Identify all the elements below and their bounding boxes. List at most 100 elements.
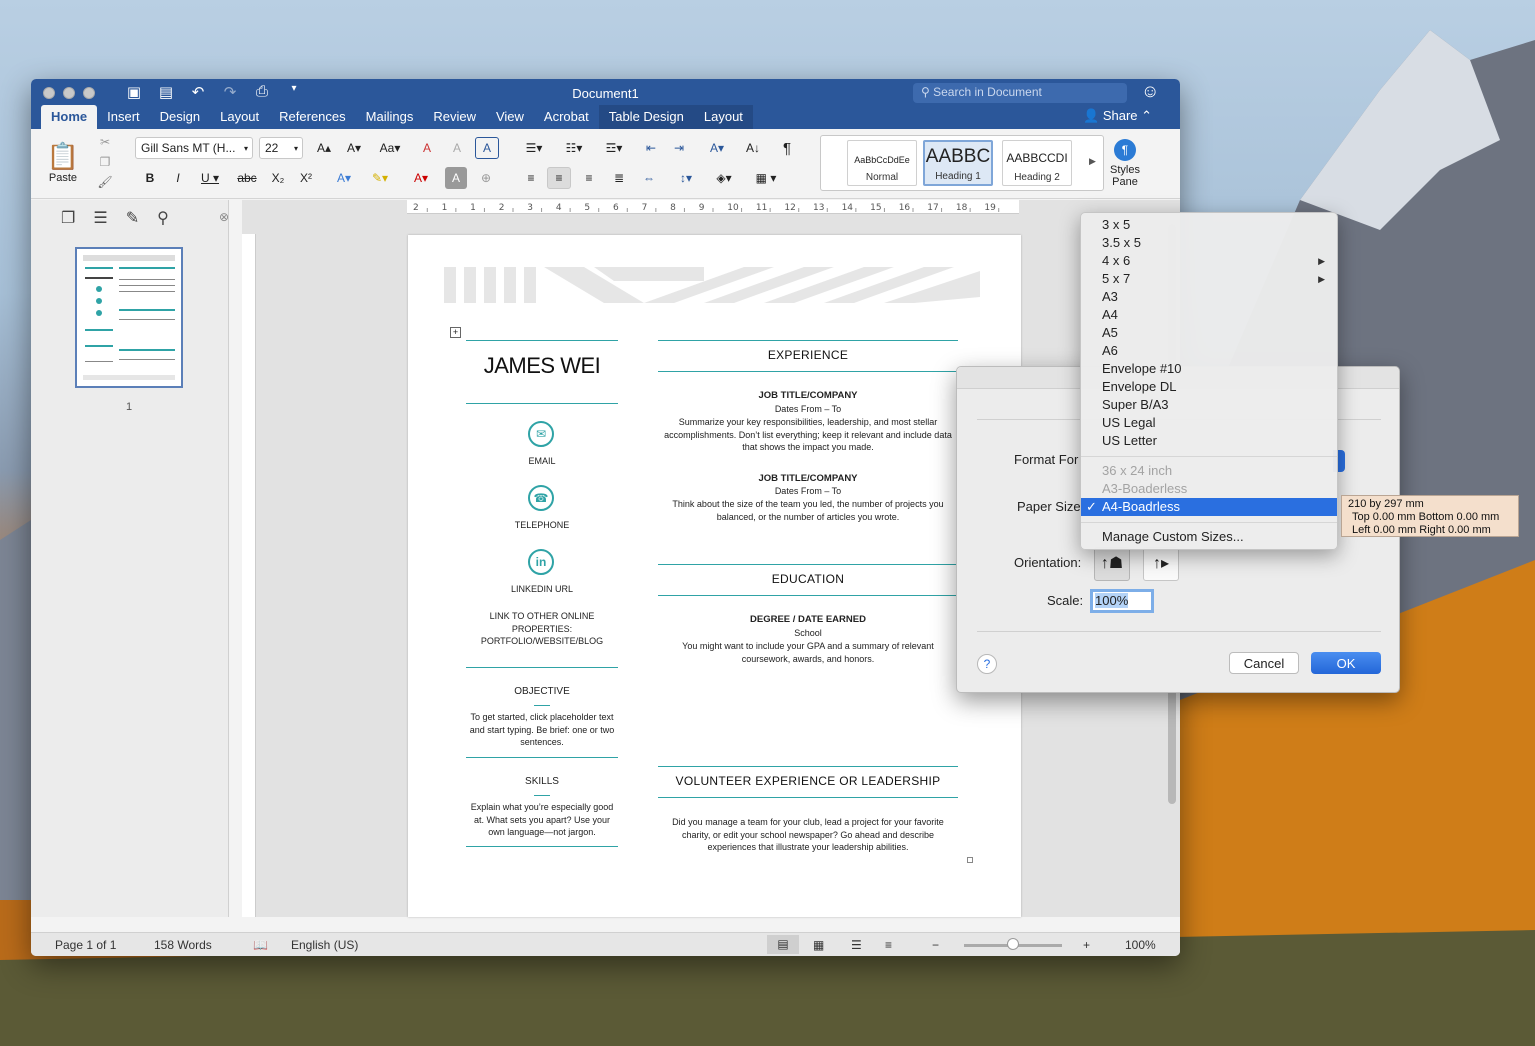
shading-icon[interactable]: A bbox=[445, 167, 467, 189]
thumbnails-icon[interactable]: ❐ bbox=[61, 208, 75, 228]
tab-layout[interactable]: Layout bbox=[210, 105, 269, 129]
linkedin-label[interactable]: LINKEDIN URL bbox=[466, 583, 618, 596]
text-effects-icon[interactable]: A▾ bbox=[329, 167, 359, 189]
close-pane-icon[interactable]: ⊗ bbox=[219, 210, 229, 224]
page-count[interactable]: Page 1 of 1 bbox=[55, 938, 116, 952]
horizontal-ruler[interactable]: 2 1 1 2 3 4 5 6 7 8 9 10 11 12 13 14 15 16 17 18 19 bbox=[407, 200, 1019, 214]
paper-size-option[interactable]: 36 x 24 inch bbox=[1081, 462, 1337, 480]
search-icon[interactable]: ⚲ bbox=[157, 208, 169, 228]
document-map-icon[interactable]: ☰ bbox=[93, 208, 107, 228]
email-label[interactable]: EMAIL bbox=[466, 455, 618, 468]
job1-dates[interactable]: Dates From – To bbox=[658, 403, 958, 416]
line-spacing-icon[interactable]: ↕▾ bbox=[671, 167, 701, 189]
paragraph-shading-icon[interactable]: ◈▾ bbox=[709, 167, 739, 189]
zoom-level[interactable]: 100% bbox=[1125, 938, 1156, 952]
volunteer-text[interactable]: Did you manage a team for your club, lea… bbox=[664, 816, 952, 854]
superscript-button[interactable]: X² bbox=[295, 167, 317, 189]
multilevel-list-icon[interactable]: ☲▾ bbox=[597, 137, 631, 159]
change-case-icon[interactable]: Aa▾ bbox=[373, 137, 407, 159]
bullets-icon[interactable]: ☰▾ bbox=[517, 137, 551, 159]
paper-size-option[interactable]: A3-Boaderless bbox=[1081, 480, 1337, 498]
justify-icon[interactable]: ≣ bbox=[607, 167, 631, 189]
enclose-characters-icon[interactable]: ⊕ bbox=[475, 167, 497, 189]
distributed-icon[interactable]: ⇔ bbox=[637, 167, 661, 189]
zoom-in-button[interactable]: + bbox=[1083, 938, 1090, 952]
paper-size-option[interactable]: 4 x 6 ▶ bbox=[1081, 252, 1337, 270]
asian-layout-icon[interactable]: A▾ bbox=[701, 137, 733, 159]
job1-text[interactable]: Summarize your key responsibilities, lea… bbox=[658, 416, 958, 454]
objective-text[interactable]: To get started, click placeholder text a… bbox=[464, 711, 620, 749]
paper-size-option[interactable]: A3 bbox=[1081, 288, 1337, 306]
volunteer-heading[interactable]: VOLUNTEER EXPERIENCE OR LEADERSHIP bbox=[658, 774, 958, 788]
subscript-button[interactable]: X₂ bbox=[267, 167, 289, 189]
help-button[interactable]: ? bbox=[977, 654, 997, 674]
page-thumbnail[interactable] bbox=[75, 247, 183, 388]
sort-icon[interactable]: A↓ bbox=[739, 137, 767, 159]
other-links-label[interactable]: LINK TO OTHER ONLINE PROPERTIES: PORTFOL… bbox=[466, 610, 618, 648]
draft-view-icon[interactable]: ≡ bbox=[885, 938, 892, 952]
format-painter-icon[interactable]: 🖌 bbox=[95, 173, 115, 191]
orientation-landscape-button[interactable]: ↑▸ bbox=[1143, 547, 1179, 581]
copy-icon[interactable]: ❐ bbox=[95, 153, 115, 171]
outline-view-icon[interactable]: ☰ bbox=[851, 938, 862, 952]
job2-dates[interactable]: Dates From – To bbox=[658, 485, 958, 498]
underline-button[interactable]: U ▾ bbox=[195, 167, 225, 189]
manage-custom-sizes-option[interactable]: Manage Custom Sizes... bbox=[1081, 528, 1337, 546]
paste-button[interactable]: 📋 Paste bbox=[39, 133, 87, 191]
paper-size-option[interactable]: US Legal bbox=[1081, 414, 1337, 432]
paper-size-option[interactable]: A6 bbox=[1081, 342, 1337, 360]
phonetic-guide-icon[interactable]: A bbox=[445, 137, 469, 159]
word-count[interactable]: 158 Words bbox=[154, 938, 212, 952]
borders-icon[interactable]: ▦ ▾ bbox=[747, 167, 785, 189]
share-button[interactable]: 👤 Share ⌃ bbox=[1083, 108, 1152, 124]
edit-icon[interactable]: ✎ bbox=[126, 208, 139, 228]
align-center-icon[interactable]: ≡ bbox=[547, 167, 571, 189]
skills-heading[interactable]: SKILLS bbox=[466, 776, 618, 789]
paper-size-option[interactable]: US Letter bbox=[1081, 432, 1337, 450]
tab-table-layout[interactable]: Layout bbox=[693, 105, 753, 129]
paper-size-option[interactable]: Super B/A3 bbox=[1081, 396, 1337, 414]
collapse-ribbon-icon[interactable]: ⌃ bbox=[1141, 108, 1152, 123]
paper-size-option[interactable]: 3 x 5 bbox=[1081, 216, 1337, 234]
font-name-select[interactable]: Gill Sans MT (H... ▾ bbox=[135, 137, 253, 159]
table-move-handle-icon[interactable]: + bbox=[450, 327, 461, 338]
job2-title[interactable]: JOB TITLE/COMPANY bbox=[658, 473, 958, 486]
cancel-button[interactable]: Cancel bbox=[1229, 652, 1299, 674]
print-layout-view-icon[interactable]: ▤ bbox=[767, 935, 799, 954]
style-heading-1[interactable]: AABBC Heading 1 bbox=[923, 140, 993, 186]
job1-title[interactable]: JOB TITLE/COMPANY bbox=[658, 390, 958, 403]
search-input[interactable]: ⚲ Search in Document bbox=[913, 83, 1127, 103]
strikethrough-button[interactable]: abc bbox=[233, 167, 261, 189]
language[interactable]: English (US) bbox=[291, 938, 358, 952]
feedback-smiley-icon[interactable]: ☺ bbox=[1141, 81, 1159, 102]
tab-view[interactable]: View bbox=[486, 105, 534, 129]
style-normal[interactable]: AaBbCcDdEe Normal bbox=[847, 140, 917, 186]
education-text[interactable]: You might want to include your GPA and a… bbox=[670, 640, 946, 665]
tab-acrobat[interactable]: Acrobat bbox=[534, 105, 599, 129]
cut-icon[interactable]: ✂ bbox=[95, 133, 115, 151]
education-heading[interactable]: EDUCATION bbox=[658, 572, 958, 586]
zoom-slider-thumb[interactable] bbox=[1007, 938, 1019, 950]
ok-button[interactable]: OK bbox=[1311, 652, 1381, 674]
italic-button[interactable]: I bbox=[167, 167, 189, 189]
orientation-portrait-button[interactable]: ↑☗ bbox=[1094, 547, 1130, 581]
decrease-indent-icon[interactable]: ⇤ bbox=[639, 137, 663, 159]
tab-home[interactable]: Home bbox=[41, 105, 98, 129]
paper-size-option[interactable]: Envelope DL bbox=[1081, 378, 1337, 396]
paper-size-option[interactable]: 5 x 7 ▶ bbox=[1081, 270, 1337, 288]
resume-name[interactable]: JAMES WEI bbox=[466, 353, 618, 379]
paper-size-option[interactable]: Envelope #10 bbox=[1081, 360, 1337, 378]
clear-formatting-icon[interactable]: A bbox=[415, 137, 439, 159]
skills-text[interactable]: Explain what you’re especially good at. … bbox=[466, 801, 618, 839]
numbering-icon[interactable]: ☷▾ bbox=[557, 137, 591, 159]
table-resize-handle-icon[interactable] bbox=[967, 857, 973, 863]
style-heading-2[interactable]: AABBCCDI Heading 2 bbox=[1002, 140, 1072, 186]
styles-pane-button[interactable]: ¶ Styles Pane bbox=[1105, 133, 1145, 193]
proofing-icon[interactable]: 📖 bbox=[253, 938, 268, 952]
degree[interactable]: DEGREE / DATE EARNED bbox=[658, 614, 958, 627]
align-right-icon[interactable]: ≡ bbox=[577, 167, 601, 189]
tab-insert[interactable]: Insert bbox=[97, 105, 150, 129]
font-color-icon[interactable]: A▾ bbox=[403, 167, 439, 189]
paper-size-option[interactable]: A5 bbox=[1081, 324, 1337, 342]
paper-size-option-selected[interactable]: ✓ A4-Boadrless bbox=[1081, 498, 1337, 516]
